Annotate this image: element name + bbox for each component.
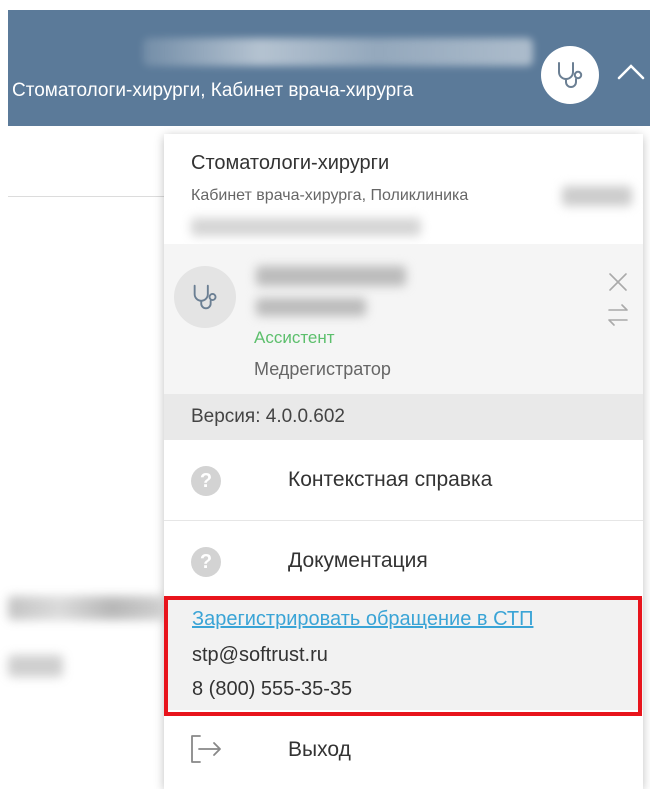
redacted-text xyxy=(256,298,366,316)
version-label: Версия: 4.0.0.602 xyxy=(164,394,643,440)
menu-item-documentation[interactable]: ? Документация xyxy=(164,521,643,599)
blurred-page-text xyxy=(8,596,163,620)
swap-icon[interactable] xyxy=(606,302,630,328)
chevron-up-icon[interactable] xyxy=(616,60,646,84)
menu-item-label: Контекстная справка xyxy=(288,468,493,491)
current-department-block: Стоматологи-хирурги Кабинет врача-хирург… xyxy=(164,134,643,244)
help-icon: ? xyxy=(191,466,221,496)
user-menu-button[interactable] xyxy=(541,46,599,104)
role-item-active[interactable]: Ассистент xyxy=(254,328,335,348)
menu-item-exit[interactable]: Выход xyxy=(164,710,643,789)
support-highlight-frame xyxy=(164,596,642,716)
version-text: Версия: 4.0.0.602 xyxy=(191,406,346,427)
blurred-page-text xyxy=(8,655,63,677)
user-name-redacted xyxy=(143,38,533,66)
close-icon[interactable] xyxy=(606,270,630,294)
role-block: Ассистент Медрегистратор xyxy=(164,244,643,394)
redacted-text xyxy=(562,186,632,206)
app-header: Стоматологи-хирурги, Кабинет врача-хирур… xyxy=(8,10,650,126)
stethoscope-icon xyxy=(558,62,583,88)
menu-item-label: Выход xyxy=(288,738,351,761)
role-avatar xyxy=(174,266,236,328)
menu-item-context-help[interactable]: ? Контекстная справка xyxy=(164,440,643,521)
stethoscope-icon xyxy=(193,284,217,310)
department-title: Стоматологи-хирурги xyxy=(191,152,390,174)
redacted-text xyxy=(191,218,421,236)
menu-item-label: Документация xyxy=(288,549,428,572)
page-divider xyxy=(8,196,168,197)
department-subtitle: Кабинет врача-хирурга, Поликлиника xyxy=(191,187,469,204)
role-item[interactable]: Медрегистратор xyxy=(254,359,391,380)
help-icon: ? xyxy=(191,547,221,577)
redacted-text xyxy=(256,266,406,286)
logout-icon xyxy=(191,735,221,763)
user-department-label: Стоматологи-хирурги, Кабинет врача-хирур… xyxy=(12,80,414,101)
